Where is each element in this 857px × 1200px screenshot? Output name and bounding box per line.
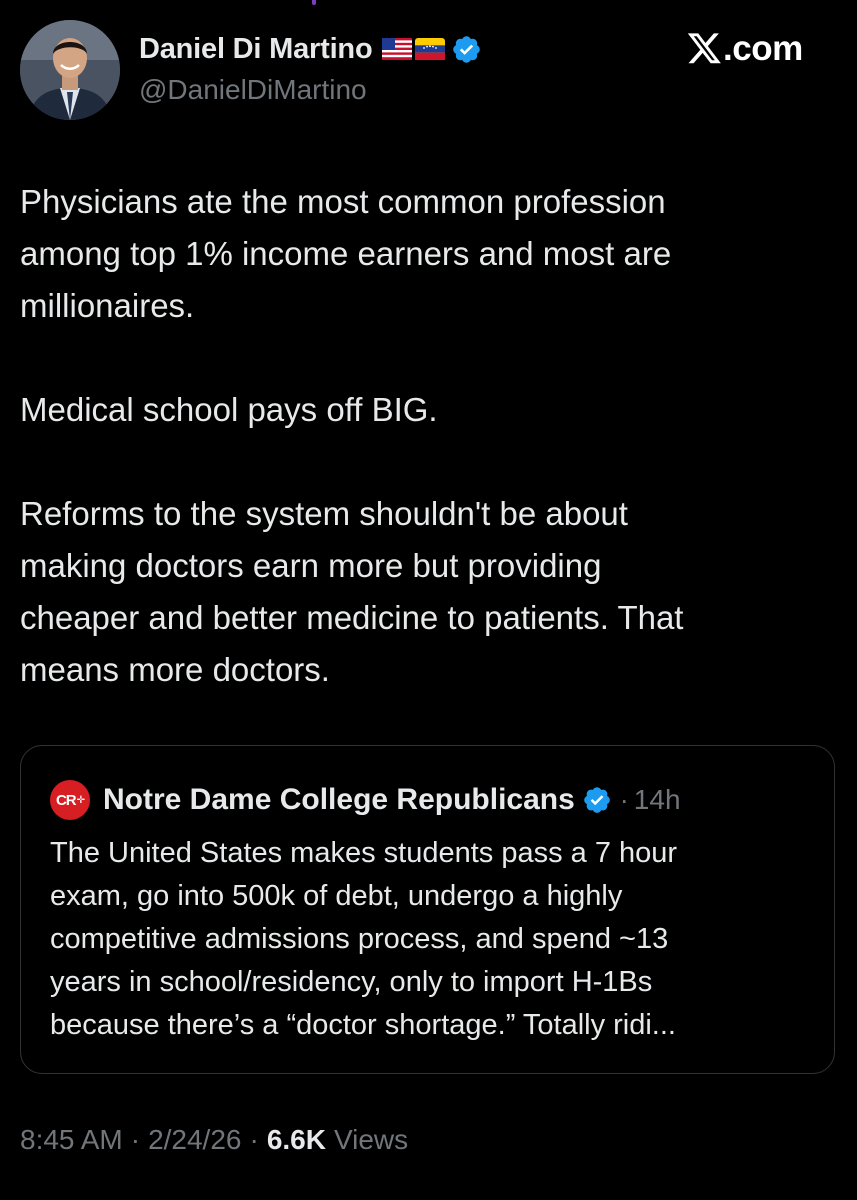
- quote-timestamp[interactable]: 14h: [634, 784, 681, 816]
- views-label: Views: [333, 1124, 409, 1155]
- tweet-body: Physicians ate the most common professio…: [20, 176, 840, 696]
- us-flag-icon: [382, 38, 413, 60]
- verified-badge-icon: [453, 35, 481, 63]
- tweet-time[interactable]: 8:45 AM: [20, 1124, 123, 1156]
- quote-header: CR ✛ Notre Dame College Republicans · 14h: [50, 780, 681, 820]
- tweet-paragraph: Physicians ate the most common professio…: [20, 176, 840, 332]
- tweet-paragraph: Medical school pays off BIG.: [20, 384, 840, 436]
- quote-author-name[interactable]: Notre Dame College Republicans: [103, 783, 575, 817]
- quote-line: competitive admissions process, and spen…: [50, 923, 669, 955]
- avatar[interactable]: [20, 20, 120, 120]
- xcom-domain-text: .com: [723, 29, 803, 68]
- verified-badge-icon: [583, 787, 610, 813]
- quote-line: The United States makes students pass a …: [50, 837, 678, 869]
- cr-logo-mark: ✛: [76, 794, 85, 806]
- xcom-brand: .com: [688, 28, 803, 70]
- tweet-line: making doctors earn more but providing: [20, 547, 602, 584]
- author-handle[interactable]: @DanielDiMartino: [139, 74, 367, 106]
- quote-text: The United States makes students pass a …: [50, 832, 820, 1047]
- x-logo-icon: [688, 33, 721, 64]
- quote-line: because there’s a “doctor shortage.” Tot…: [50, 1009, 676, 1041]
- top-accent: [312, 0, 316, 5]
- quote-line: exam, go into 500k of debt, undergo a hi…: [50, 880, 623, 912]
- cr-logo-icon[interactable]: CR ✛: [50, 780, 90, 820]
- author-name-row: Daniel Di Martino: [139, 29, 482, 69]
- tweet-date[interactable]: 2/24/26: [148, 1124, 241, 1156]
- tweet-line: Reforms to the system shouldn't be about: [20, 495, 628, 532]
- quote-tweet-card[interactable]: CR ✛ Notre Dame College Republicans · 14h…: [20, 745, 835, 1074]
- tweet-meta: 8:45 AM · 2/24/26 · 6.6K Views: [20, 1124, 408, 1156]
- quote-line: years in school/residency, only to impor…: [50, 966, 653, 998]
- quote-separator: ·: [619, 784, 629, 815]
- venezuela-flag-icon: [415, 38, 446, 60]
- meta-separator: ·: [130, 1124, 141, 1155]
- tweet-paragraph: Reforms to the system shouldn't be about…: [20, 488, 840, 696]
- tweet-line: Physicians ate the most common professio…: [20, 183, 666, 220]
- tweet-line: means more doctors.: [20, 651, 330, 688]
- tweet-line: cheaper and better medicine to patients.…: [20, 599, 684, 636]
- tweet-line: Medical school pays off BIG.: [20, 391, 438, 428]
- tweet-line: millionaires.: [20, 287, 195, 324]
- cr-logo-text: CR: [55, 791, 77, 809]
- views-count[interactable]: 6.6K: [267, 1124, 326, 1156]
- meta-separator: ·: [249, 1124, 259, 1155]
- author-display-name[interactable]: Daniel Di Martino: [139, 33, 373, 66]
- author-flags: [382, 38, 448, 60]
- tweet-line: among top 1% income earners and most are: [20, 235, 672, 272]
